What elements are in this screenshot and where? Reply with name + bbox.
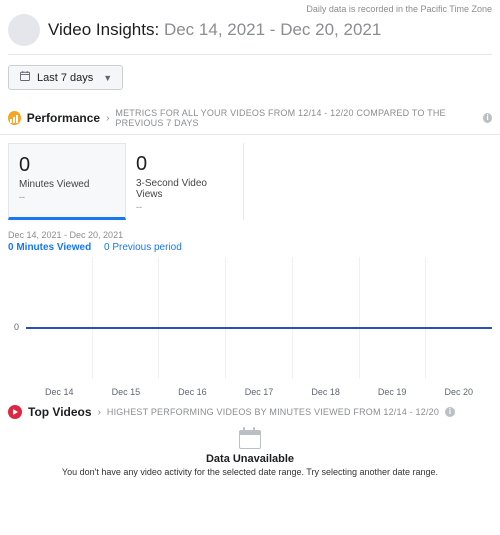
x-tick: Dec 20 xyxy=(425,387,492,397)
metric-delta: -- xyxy=(136,202,233,212)
chevron-down-icon: ▼ xyxy=(103,73,112,83)
x-tick: Dec 18 xyxy=(292,387,359,397)
info-icon[interactable]: i xyxy=(445,407,455,417)
legend-compare-value: 0 xyxy=(104,242,110,253)
empty-title: Data Unavailable xyxy=(20,453,480,465)
metric-cards: 0 Minutes Viewed -- 0 3-Second Video Vie… xyxy=(0,135,500,228)
metric-delta: -- xyxy=(19,192,115,202)
legend-compare-label: Previous period xyxy=(112,242,181,253)
performance-subtitle: METRICS FOR ALL YOUR VIDEOS FROM 12/14 -… xyxy=(115,108,477,128)
timezone-note: Daily data is recorded in the Pacific Ti… xyxy=(0,0,500,14)
page-avatar xyxy=(8,14,40,46)
metric-card-3s-views[interactable]: 0 3-Second Video Views -- xyxy=(126,143,244,220)
performance-title: Performance xyxy=(27,111,100,125)
x-tick: Dec 14 xyxy=(26,387,93,397)
y-tick-0: 0 xyxy=(14,322,19,332)
top-videos-title: Top Videos xyxy=(28,405,92,419)
empty-state: Data Unavailable You don't have any vide… xyxy=(0,419,500,477)
x-axis: Dec 14 Dec 15 Dec 16 Dec 17 Dec 18 Dec 1… xyxy=(26,387,492,397)
chart-date-range: Dec 14, 2021 - Dec 20, 2021 xyxy=(8,230,492,240)
chart-legend: 0 Minutes Viewed 0 Previous period xyxy=(8,242,492,253)
chevron-right-icon: › xyxy=(98,407,101,418)
chevron-right-icon: › xyxy=(106,113,109,124)
x-tick: Dec 19 xyxy=(359,387,426,397)
play-icon xyxy=(8,405,22,419)
title-prefix: Video Insights: xyxy=(48,20,159,39)
metric-value: 0 xyxy=(19,154,115,177)
legend-metric-label: Minutes Viewed xyxy=(16,242,91,253)
page-title: Video Insights: Dec 14, 2021 - Dec 20, 2… xyxy=(48,20,381,40)
calendar-empty-icon xyxy=(239,427,261,449)
metric-label: 3-Second Video Views xyxy=(136,178,233,200)
chart-grid xyxy=(26,257,492,379)
x-tick: Dec 16 xyxy=(159,387,226,397)
line-chart: 0 Dec 14 Dec 15 Dec 16 Dec 17 Dec 18 Dec… xyxy=(8,257,492,397)
date-range-selector[interactable]: Last 7 days ▼ xyxy=(8,65,123,90)
date-range-label: Last 7 days xyxy=(37,72,93,84)
metric-value: 0 xyxy=(136,153,233,176)
info-icon[interactable]: i xyxy=(483,113,492,123)
calendar-icon xyxy=(19,70,31,85)
metric-label: Minutes Viewed xyxy=(19,179,115,190)
metric-card-minutes-viewed[interactable]: 0 Minutes Viewed -- xyxy=(8,143,126,220)
top-videos-header: Top Videos › HIGHEST PERFORMING VIDEOS B… xyxy=(0,397,500,419)
page-header: Video Insights: Dec 14, 2021 - Dec 20, 2… xyxy=(0,14,500,54)
x-tick: Dec 15 xyxy=(93,387,160,397)
performance-header: Performance › METRICS FOR ALL YOUR VIDEO… xyxy=(0,104,500,135)
top-videos-subtitle: HIGHEST PERFORMING VIDEOS BY MINUTES VIE… xyxy=(107,407,439,417)
bar-chart-icon xyxy=(8,111,21,125)
title-date-range: Dec 14, 2021 - Dec 20, 2021 xyxy=(164,20,381,39)
legend-metric-value: 0 xyxy=(8,242,14,253)
x-tick: Dec 17 xyxy=(226,387,293,397)
divider xyxy=(8,54,492,55)
chart-area: Dec 14, 2021 - Dec 20, 2021 0 Minutes Vi… xyxy=(0,228,500,397)
empty-message: You don't have any video activity for th… xyxy=(20,467,480,477)
series-line xyxy=(26,327,492,329)
